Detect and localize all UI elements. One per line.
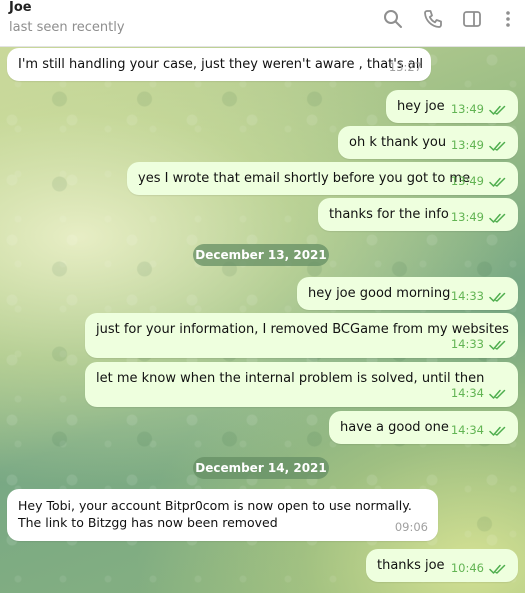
message-text: let me know when the internal problem is… xyxy=(96,371,485,386)
message-bubble-outgoing[interactable]: oh k thank you 13:49 xyxy=(338,126,518,159)
message-text: oh k thank you xyxy=(349,135,447,150)
read-checkmarks-icon xyxy=(489,141,506,151)
message-bubble-outgoing[interactable]: hey joe 13:49 xyxy=(386,90,518,123)
message-bubble-outgoing[interactable]: let me know when the internal problem is… xyxy=(85,362,518,407)
message-bubble-outgoing[interactable]: just for your information, I removed BCG… xyxy=(85,313,518,358)
date-separator: December 14, 2021 xyxy=(193,457,329,479)
message-time: 13:49 xyxy=(450,210,484,224)
read-checkmarks-icon xyxy=(489,564,506,574)
message-bubble-outgoing[interactable]: thanks for the info 13:49 xyxy=(318,198,518,231)
message-bubble-outgoing[interactable]: hey joe good morning 14:33 xyxy=(297,277,518,310)
message-text: Hey Tobi, your account Bitpr0com is now … xyxy=(18,498,412,530)
message-text: just for your information, I removed BCG… xyxy=(96,322,509,337)
read-checkmarks-icon xyxy=(489,213,506,223)
message-time: 14:33 xyxy=(450,337,484,351)
message-time: 14:34 xyxy=(450,423,484,437)
message-time: 13:49 xyxy=(450,102,484,116)
chat-header: Joe last seen recently xyxy=(0,0,525,47)
read-checkmarks-icon xyxy=(489,105,506,115)
message-time: 14:34 xyxy=(450,386,484,400)
message-text: yes I wrote that email shortly before yo… xyxy=(138,171,471,186)
date-separator: December 13, 2021 xyxy=(193,244,329,266)
read-checkmarks-icon xyxy=(489,177,506,187)
message-bubble-incoming[interactable]: I'm still handling your case, just they … xyxy=(7,48,431,81)
message-time: 13:49 xyxy=(450,174,484,188)
more-icon[interactable] xyxy=(497,8,519,30)
message-text: hey joe good morning xyxy=(308,286,451,301)
message-time: 13:49 xyxy=(450,138,484,152)
search-icon[interactable] xyxy=(382,8,404,30)
message-bubble-outgoing[interactable]: yes I wrote that email shortly before yo… xyxy=(127,162,518,195)
contact-name[interactable]: Joe xyxy=(9,0,32,15)
message-time: 10:46 xyxy=(450,561,484,575)
message-text: thanks joe xyxy=(377,558,445,573)
read-checkmarks-icon xyxy=(489,426,506,436)
message-time: 13:27 xyxy=(388,60,422,74)
read-checkmarks-icon xyxy=(489,389,506,399)
message-text: I'm still handling your case, just they … xyxy=(18,57,423,72)
sidebar-toggle-icon[interactable] xyxy=(461,8,483,30)
message-text: thanks for the info xyxy=(329,207,449,222)
message-text: hey joe xyxy=(397,99,445,114)
message-time: 14:33 xyxy=(450,289,484,303)
message-bubble-outgoing[interactable]: have a good one 14:34 xyxy=(329,411,518,444)
message-bubble-outgoing[interactable]: thanks joe 10:46 xyxy=(366,549,518,582)
phone-icon[interactable] xyxy=(422,8,444,30)
message-bubble-incoming[interactable]: Hey Tobi, your account Bitpr0com is now … xyxy=(7,489,438,541)
last-seen-status: last seen recently xyxy=(9,20,125,35)
read-checkmarks-icon xyxy=(489,292,506,302)
message-time: 09:06 xyxy=(394,520,428,534)
read-checkmarks-icon xyxy=(489,340,506,350)
message-text: have a good one xyxy=(340,420,449,435)
